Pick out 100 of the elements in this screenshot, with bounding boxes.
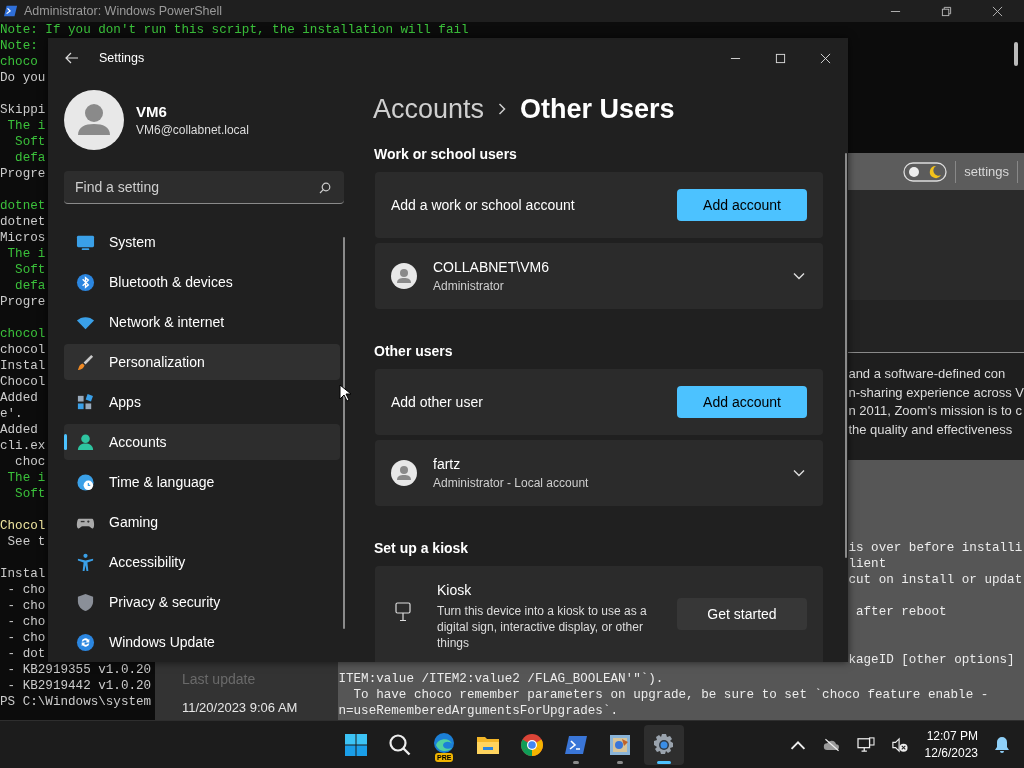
nav-item[interactable]: Network & internet bbox=[64, 304, 340, 340]
terminal-line: - cho bbox=[6, 598, 46, 614]
apps-icon bbox=[76, 392, 95, 412]
terminal-line: ITEM:value /ITEM2:value2 /FLAG_BOOLEAN'"`). bbox=[338, 671, 664, 687]
speaker-muted-icon[interactable] bbox=[890, 736, 909, 753]
avatar-icon bbox=[391, 263, 417, 289]
chrome-icon bbox=[520, 732, 544, 757]
terminal-line: Instal bbox=[0, 566, 46, 582]
user-name: fartz bbox=[433, 456, 462, 472]
chevron-icon bbox=[498, 103, 507, 115]
cloud-off-icon[interactable] bbox=[822, 736, 841, 753]
add-account-button[interactable]: Add account bbox=[677, 386, 807, 418]
terminal-line: PS C:\Windows\system bbox=[0, 694, 152, 710]
maximize-icon[interactable] bbox=[775, 52, 786, 64]
chevron-icon[interactable] bbox=[793, 469, 805, 477]
search-field[interactable]: Find a setting bbox=[64, 171, 344, 204]
theme-toggle-icon[interactable] bbox=[903, 161, 948, 182]
taskbar-button[interactable] bbox=[644, 724, 684, 765]
terminal-line: To have choco remember parameters on upgrade, be sure to set `choco feature enable - bbox=[352, 687, 989, 703]
terminal-line: Chocol bbox=[0, 374, 46, 390]
terminal-line: Added bbox=[0, 390, 38, 406]
terminal-line: The i bbox=[6, 118, 46, 134]
accessibility-icon bbox=[76, 552, 95, 572]
clock[interactable]: 12:07 PM 12/6/2023 bbox=[924, 727, 978, 762]
terminal-line: is over before installi bbox=[848, 540, 1023, 556]
terminal-line: kageID [other options] bbox=[848, 652, 1015, 668]
search-icon bbox=[319, 182, 331, 194]
nav-item[interactable]: Apps bbox=[64, 384, 340, 420]
card-description: Turn this device into a kiosk to use as a digital sign, interactive display, or other things bbox=[437, 603, 648, 651]
nav-item[interactable]: Windows Update bbox=[64, 624, 340, 660]
description-line: n-sharing experience across V bbox=[848, 383, 1024, 402]
scrollbar[interactable] bbox=[845, 153, 847, 558]
user-email: VM6@collabnet.local bbox=[136, 123, 249, 137]
terminal-line: choc bbox=[14, 454, 46, 470]
card-title: Kiosk bbox=[437, 582, 473, 598]
terminal-line: cli.ex bbox=[0, 438, 46, 454]
nav-item[interactable]: Bluetooth & devices bbox=[64, 264, 340, 300]
terminal-line: Added bbox=[0, 422, 38, 438]
network-icon[interactable] bbox=[856, 736, 875, 753]
globe-clock-icon bbox=[76, 472, 95, 492]
terminal-line: - cho bbox=[6, 582, 46, 598]
description-line: and a software-defined con bbox=[848, 365, 1007, 383]
user-role: Administrator - Local account bbox=[433, 476, 589, 490]
chevron-icon[interactable] bbox=[793, 272, 805, 280]
get-started-button[interactable]: Get started bbox=[677, 598, 807, 630]
section-heading: Other users bbox=[374, 343, 454, 359]
user-role: Administrator bbox=[433, 279, 505, 293]
bell-icon[interactable] bbox=[994, 735, 1010, 754]
nav-item[interactable]: Accounts bbox=[64, 424, 340, 460]
terminal-line: cut on install or updat bbox=[848, 572, 1023, 588]
nav-item[interactable]: Privacy & security bbox=[64, 584, 340, 620]
terminal-line: - cho bbox=[6, 614, 46, 630]
breadcrumb-link[interactable]: Accounts bbox=[373, 93, 485, 125]
close-icon[interactable] bbox=[992, 5, 1003, 17]
sidebar-value: 11/20/2023 9:06 AM bbox=[182, 700, 299, 715]
user-name: VM6 bbox=[136, 103, 168, 120]
terminal-line: Soft bbox=[14, 134, 46, 150]
windows-logo-icon bbox=[344, 732, 368, 757]
sync-icon bbox=[76, 632, 95, 652]
avatar-icon bbox=[391, 460, 417, 486]
person-icon bbox=[76, 432, 95, 452]
terminal-line: defa bbox=[14, 150, 46, 166]
section-heading: Work or school users bbox=[374, 146, 518, 162]
restore-icon[interactable] bbox=[941, 5, 952, 17]
close-icon[interactable] bbox=[820, 52, 831, 64]
kiosk-icon bbox=[395, 602, 411, 622]
terminal-line: Instal bbox=[0, 358, 46, 374]
terminal-line: - cho bbox=[6, 630, 46, 646]
terminal-line: Micros bbox=[0, 230, 46, 246]
terminal-line: - KB2919355 v1.0.20 bbox=[6, 662, 152, 678]
paint-icon bbox=[608, 732, 632, 757]
description-line: n 2011, Zoom's mission is to c bbox=[848, 402, 1023, 421]
terminal-line: choco bbox=[0, 54, 38, 70]
user-card[interactable]: fartz Administrator - Local account bbox=[375, 440, 823, 506]
user-card[interactable]: COLLABNET\VM6 Administrator bbox=[375, 243, 823, 309]
scrollbar[interactable] bbox=[1014, 42, 1018, 66]
nav-item[interactable]: Personalization bbox=[64, 344, 340, 380]
terminal-line: e'. bbox=[0, 406, 23, 422]
terminal-line: The i bbox=[6, 470, 46, 486]
scrollbar[interactable] bbox=[343, 237, 345, 629]
terminal-line: lient bbox=[848, 556, 887, 572]
browser-icon bbox=[432, 731, 456, 756]
terminal-line: chocol bbox=[0, 342, 46, 358]
terminal-line: Note: bbox=[0, 38, 38, 54]
page-title: Other Users bbox=[520, 93, 675, 125]
nav-item[interactable]: Accessibility bbox=[64, 544, 340, 580]
add-account-button[interactable]: Add account bbox=[677, 189, 807, 221]
nav-item[interactable]: Time & language bbox=[64, 464, 340, 500]
terminal-icon bbox=[4, 4, 18, 18]
back-arrow-icon[interactable] bbox=[65, 52, 79, 64]
nav-link[interactable]: settings bbox=[964, 164, 1009, 179]
nav-item[interactable]: Gaming bbox=[64, 504, 340, 540]
terminal-line: Chocol bbox=[0, 518, 46, 534]
search-icon bbox=[388, 732, 412, 757]
nav-item[interactable]: System bbox=[64, 224, 340, 260]
window-title: Administrator: Windows PowerShell bbox=[24, 4, 222, 18]
cursor-icon bbox=[339, 384, 351, 402]
user-name: COLLABNET\VM6 bbox=[433, 259, 549, 275]
window-title: Settings bbox=[99, 51, 145, 65]
terminal-line: The i bbox=[6, 246, 46, 262]
